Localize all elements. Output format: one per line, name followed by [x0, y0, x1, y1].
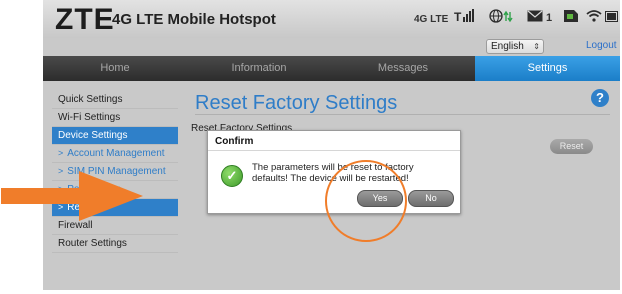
sidebar-item-label: Account Management	[67, 148, 165, 159]
tab-home[interactable]: Home	[43, 56, 187, 81]
language-row: English ⇕ Logout	[43, 38, 620, 56]
sidebar-item-quick-settings[interactable]: Quick Settings	[52, 91, 178, 109]
reset-button[interactable]: Reset	[550, 139, 593, 154]
product-name: 4G LTE Mobile Hotspot	[112, 11, 276, 28]
globe-data-icon	[489, 9, 515, 27]
zte-logo: ZTE	[55, 3, 115, 36]
envelope-icon[interactable]	[527, 9, 543, 25]
sidebar-item-router-settings[interactable]: Router Settings	[52, 235, 178, 253]
tab-settings[interactable]: Settings	[475, 56, 620, 81]
arrow-right-icon	[79, 171, 143, 221]
divider	[208, 150, 460, 151]
sim-card-icon	[564, 9, 578, 25]
header-bar: ZTE 4G LTE Mobile Hotspot 4G LTE T 1	[43, 0, 620, 38]
chevron-right-icon: >	[58, 166, 64, 176]
battery-icon	[605, 9, 619, 25]
check-icon: ✓	[221, 165, 243, 187]
page-title: Reset Factory Settings	[195, 92, 398, 114]
sidebar-item-label: Firewall	[58, 220, 93, 231]
network-type-label: 4G LTE	[414, 14, 449, 25]
no-button[interactable]: No	[408, 190, 454, 207]
logout-link[interactable]: Logout	[586, 40, 617, 51]
sidebar-item-device-settings[interactable]: Device Settings	[52, 127, 178, 145]
main-nav: Home Information Messages Settings	[43, 56, 620, 81]
sidebar-item-account-management[interactable]: > Account Management	[52, 145, 178, 163]
divider	[195, 114, 610, 115]
language-select[interactable]: English ⇕	[486, 39, 544, 54]
arrow-annotation-shaft	[1, 188, 79, 204]
tab-information[interactable]: Information	[187, 56, 331, 81]
sidebar-item-label: Wi-Fi Settings	[58, 112, 121, 123]
help-icon[interactable]: ?	[591, 89, 609, 107]
sidebar-item-label: Device Settings	[58, 130, 128, 141]
svg-text:T: T	[454, 10, 462, 23]
highlight-circle-annotation	[325, 160, 407, 242]
sidebar-item-label: Router Settings	[58, 238, 127, 249]
sidebar-item-label: Quick Settings	[58, 94, 123, 105]
signal-bars-icon: T	[454, 9, 476, 26]
dialog-title: Confirm	[215, 136, 254, 147]
messages-count: 1	[546, 12, 553, 24]
chevron-right-icon: >	[58, 148, 64, 158]
select-arrow-icon: ⇕	[533, 42, 540, 51]
wifi-icon	[586, 9, 602, 25]
language-value: English	[491, 41, 524, 52]
sidebar-item-wifi-settings[interactable]: Wi-Fi Settings	[52, 109, 178, 127]
tab-messages[interactable]: Messages	[331, 56, 475, 81]
